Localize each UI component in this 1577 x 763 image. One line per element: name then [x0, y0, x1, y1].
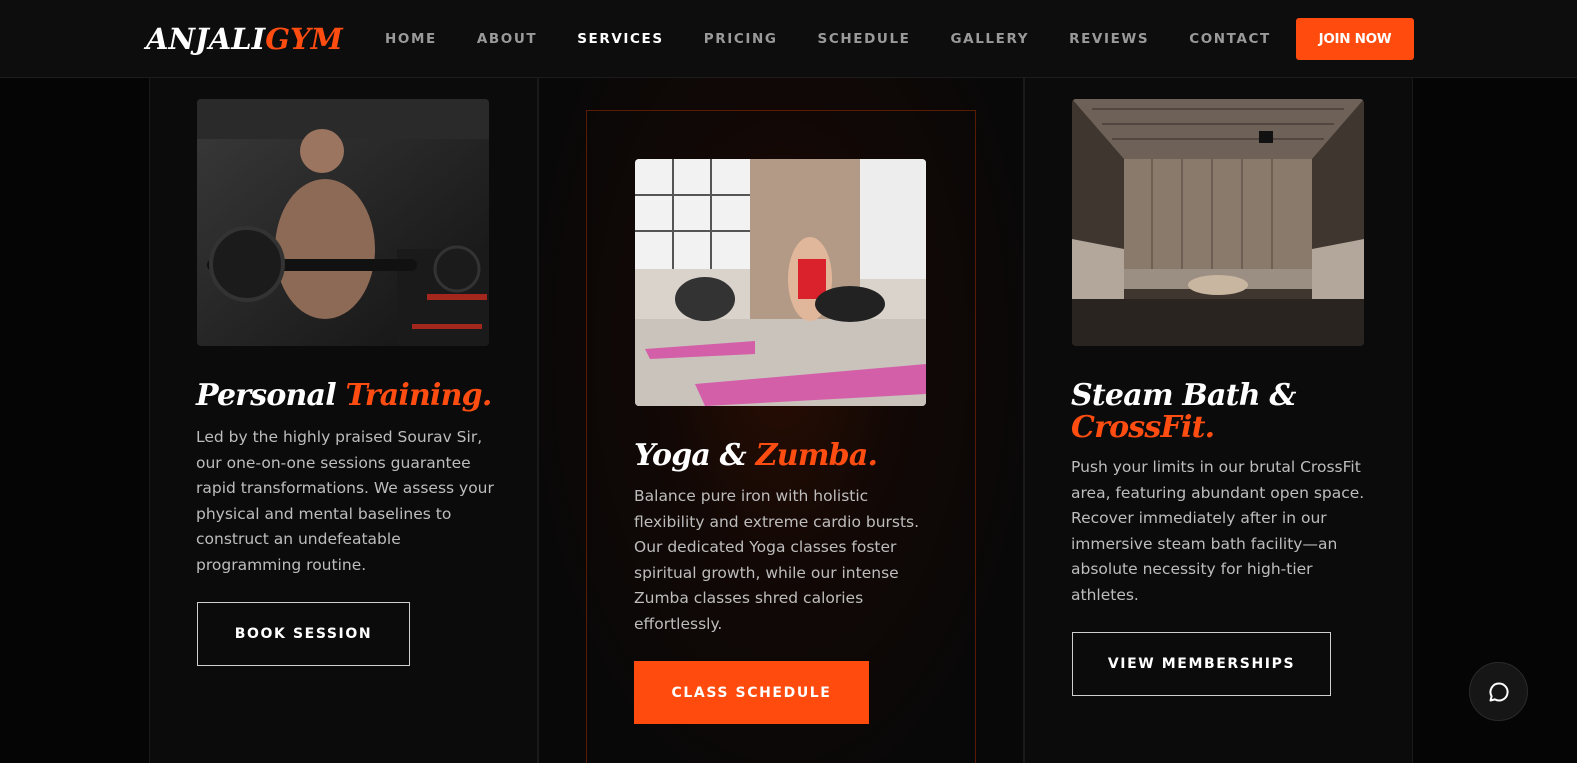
nav-about[interactable]: ABOUT: [477, 31, 537, 47]
steam-bath-image: [1072, 99, 1364, 346]
nav-contact[interactable]: CONTACT: [1189, 31, 1271, 47]
personal-training-image: [197, 99, 489, 346]
nav-gallery[interactable]: GALLERY: [950, 31, 1029, 47]
personal-training-title: Personal Training.: [196, 378, 492, 413]
brand-logo[interactable]: ANJALIGYM: [146, 22, 343, 56]
yoga-zumba-description: Balance pure iron with holistic flexibil…: [634, 487, 920, 633]
steam-crossfit-description: Push your limits in our brutal CrossFit …: [1071, 458, 1365, 604]
nav-menu: HOME ABOUT SERVICES PRICING SCHEDULE GAL…: [385, 31, 1311, 47]
view-memberships-button[interactable]: VIEW MEMBERSHIPS: [1072, 632, 1331, 696]
personal-training-description: Led by the highly praised Sourav Sir, ou…: [196, 428, 494, 574]
brand-name-part1: ANJALI: [146, 22, 266, 56]
nav-services[interactable]: SERVICES: [577, 31, 663, 47]
chat-bubble-icon: [1488, 681, 1509, 701]
brand-name-part2: GYM: [265, 22, 343, 56]
top-navbar: ANJALIGYM HOME ABOUT SERVICES PRICING SC…: [0, 0, 1577, 78]
steam-crossfit-title: Steam Bath & CrossFit.: [1071, 378, 1296, 445]
nav-home[interactable]: HOME: [385, 31, 437, 47]
nav-pricing[interactable]: PRICING: [704, 31, 778, 47]
book-session-button[interactable]: BOOK SESSION: [197, 602, 410, 666]
yoga-zumba-image: [635, 159, 926, 406]
join-now-button[interactable]: JOIN NOW: [1296, 18, 1414, 60]
yoga-zumba-title: Yoga & Zumba.: [634, 438, 878, 473]
nav-reviews[interactable]: REVIEWS: [1069, 31, 1149, 47]
chat-button[interactable]: [1469, 662, 1528, 721]
class-schedule-button[interactable]: CLASS SCHEDULE: [634, 661, 869, 724]
nav-schedule[interactable]: SCHEDULE: [818, 31, 911, 47]
